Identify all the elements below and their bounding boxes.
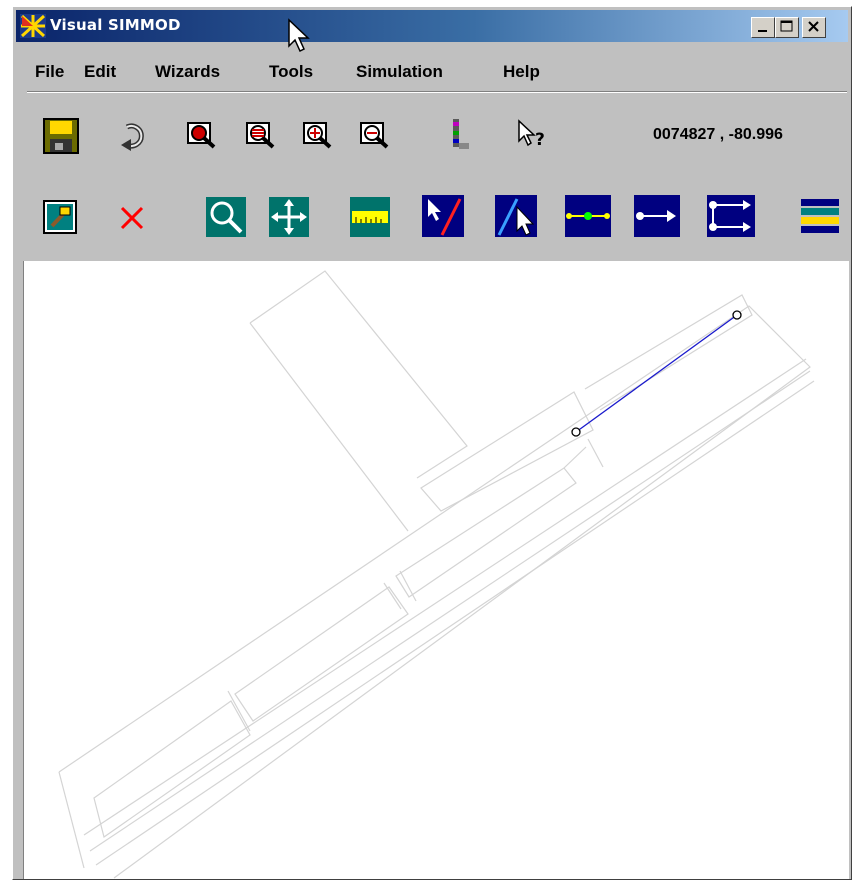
menu-wizards[interactable]: Wizards <box>155 62 220 82</box>
apron-building-upper <box>420 391 594 512</box>
refresh-icon[interactable] <box>117 119 151 153</box>
add-link-icon[interactable] <box>634 195 680 237</box>
menu-file[interactable]: File <box>35 62 64 82</box>
measure-tool-icon[interactable] <box>350 197 390 237</box>
pan-tool-icon[interactable] <box>269 197 309 237</box>
link-node-start[interactable] <box>571 427 581 437</box>
whats-this-icon[interactable]: ? <box>515 119 551 151</box>
menu-edit[interactable]: Edit <box>84 62 116 82</box>
delete-icon[interactable] <box>119 205 145 231</box>
legend-icon[interactable] <box>447 117 477 153</box>
svg-text:?: ? <box>535 130 545 150</box>
menu-tools[interactable]: Tools <box>269 62 313 82</box>
save-icon[interactable] <box>42 117 80 155</box>
network-canvas[interactable] <box>23 261 849 879</box>
coordinates-readout: 0074827 , -80.996 <box>653 126 783 143</box>
selected-link[interactable] <box>575 314 738 433</box>
add-node-icon[interactable] <box>565 195 611 237</box>
edit-properties-icon[interactable] <box>42 199 78 235</box>
maximize-button[interactable] <box>775 17 799 38</box>
zoom-tool-icon[interactable] <box>206 197 246 237</box>
link-node-end[interactable] <box>732 310 742 320</box>
main-window: Visual SIMMOD File Edit Wizards Tools Si… <box>12 6 852 880</box>
draw-link-icon[interactable] <box>422 195 464 237</box>
minimize-icon <box>758 30 767 32</box>
airport-layout-drawing[interactable] <box>24 261 849 879</box>
menu-simulation[interactable]: Simulation <box>356 62 443 82</box>
zoom-in-icon[interactable] <box>186 119 218 151</box>
mouse-pointer-icon <box>288 18 310 53</box>
maximize-icon <box>780 20 793 32</box>
zoom-out-icon[interactable] <box>245 119 277 151</box>
title-bar[interactable]: Visual SIMMOD <box>16 10 848 42</box>
runway-outline <box>58 305 811 879</box>
window-title: Visual SIMMOD <box>50 16 181 34</box>
close-icon <box>808 21 819 32</box>
add-route-icon[interactable] <box>707 195 755 237</box>
menu-bar: File Edit Wizards Tools Simulation Help <box>13 59 851 89</box>
menu-help[interactable]: Help <box>503 62 540 82</box>
close-button[interactable] <box>802 17 826 38</box>
terminal-building <box>249 270 468 479</box>
simmod-logo-icon <box>20 14 46 38</box>
zoom-extents-icon[interactable] <box>302 119 334 151</box>
zoom-previous-icon[interactable] <box>359 119 391 151</box>
layers-icon[interactable] <box>799 197 839 237</box>
menu-separator <box>27 91 847 93</box>
hangar-lower-middle <box>234 586 409 722</box>
select-link-icon[interactable] <box>495 195 537 237</box>
minimize-button[interactable] <box>751 17 775 38</box>
hangar-lower-left <box>93 700 251 838</box>
